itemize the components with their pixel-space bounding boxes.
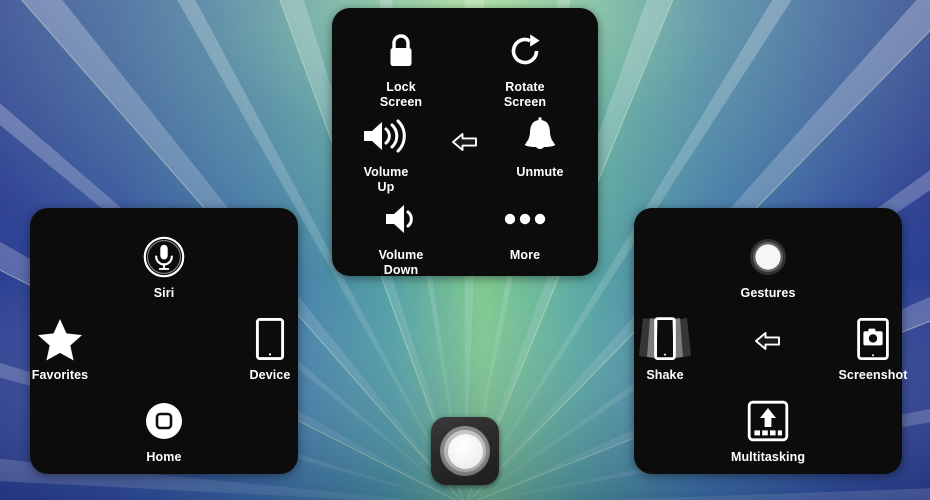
menu-item-label: Favorites	[31, 368, 89, 382]
tablet-icon	[254, 316, 286, 362]
menu-item-screenshot[interactable]: Screenshot	[818, 316, 928, 383]
assistivetouch-outer-ring	[440, 426, 490, 476]
menu-item-label: Multitasking	[730, 450, 806, 464]
menu-item-volume-down[interactable]: Volume Down	[346, 196, 456, 277]
menu-item-lock-screen[interactable]: Lock Screen	[346, 28, 456, 109]
volume-up-icon	[361, 113, 411, 159]
menu-item-label: Screenshot	[838, 368, 908, 382]
back-arrow-icon[interactable]	[751, 327, 785, 355]
menu-item-label: Device	[249, 368, 291, 382]
assistivetouch-floating-button[interactable]	[431, 417, 499, 485]
menu-item-device[interactable]: Device	[215, 316, 325, 383]
menu-item-home[interactable]: Home	[109, 398, 219, 465]
rotate-screen-icon	[506, 28, 544, 74]
menu-item-shake[interactable]: Shake	[610, 316, 720, 383]
menu-item-label: Volume Down	[378, 248, 424, 277]
shake-device-icon	[635, 316, 695, 362]
star-icon	[37, 316, 83, 362]
ellipsis-icon	[503, 196, 547, 242]
gesture-dot-icon	[746, 234, 790, 280]
menu-item-label: Home	[146, 450, 182, 464]
menu-item-gestures[interactable]: Gestures	[713, 234, 823, 301]
custom-gestures-menu: Gestures Shake Screenshot Multitasking	[634, 208, 907, 474]
menu-item-label: More	[509, 248, 541, 262]
menu-item-label: Volume Up	[363, 165, 409, 194]
assistivetouch-main-menu: Siri Favorites Device Home	[30, 208, 298, 474]
assistivetouch-core-dot	[447, 433, 483, 469]
menu-item-siri[interactable]: Siri	[109, 234, 219, 301]
bell-icon	[520, 113, 560, 159]
home-circle-icon	[144, 398, 184, 444]
menu-item-unmute[interactable]: Unmute	[485, 113, 595, 180]
device-panel: Lock Screen Rotate Screen Volume Up Unmu…	[331, 8, 598, 277]
menu-item-label: Gestures	[740, 286, 796, 300]
menu-item-volume-up[interactable]: Volume Up	[331, 113, 441, 194]
volume-down-icon	[381, 196, 421, 242]
menu-item-rotate-screen[interactable]: Rotate Screen	[470, 28, 580, 109]
menu-item-label: Rotate Screen	[503, 80, 547, 109]
screenshot-camera-icon	[856, 316, 890, 362]
multitasking-arrow-icon	[747, 398, 789, 444]
assistivetouch-mid-ring	[444, 430, 486, 472]
menu-item-label: Siri	[153, 286, 175, 300]
menu-item-favorites[interactable]: Favorites	[5, 316, 115, 383]
lock-icon	[386, 28, 416, 74]
menu-item-label: Shake	[646, 368, 684, 382]
menu-item-more[interactable]: More	[470, 196, 580, 263]
menu-item-label: Unmute	[516, 165, 564, 179]
microphone-circle-icon	[142, 234, 186, 280]
menu-item-multitasking[interactable]: Multitasking	[713, 398, 823, 465]
menu-item-label: Lock Screen	[379, 80, 423, 109]
back-arrow-icon[interactable]	[448, 128, 482, 156]
